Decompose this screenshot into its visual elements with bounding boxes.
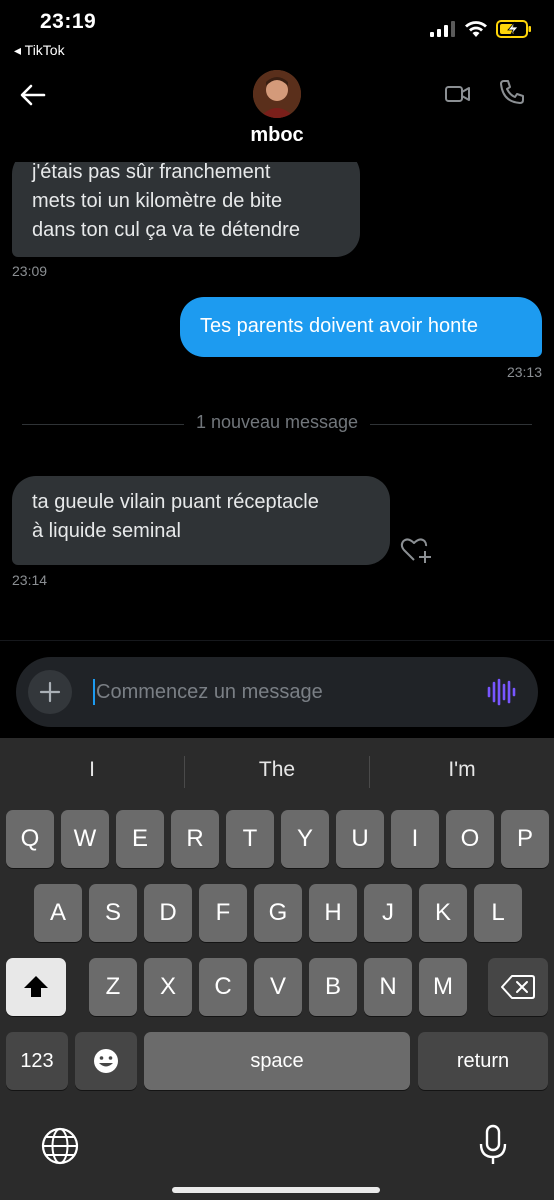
suggestion-2[interactable]: The [185, 758, 369, 782]
conversation-username[interactable]: mboc [0, 124, 554, 147]
voice-message-icon[interactable] [486, 677, 516, 707]
message-bubble-incoming[interactable]: ta gueule vilain puant réceptacle à liqu… [12, 476, 390, 565]
key-y[interactable]: Y [281, 810, 329, 868]
emoji-key[interactable] [75, 1032, 137, 1090]
key-v[interactable]: V [254, 958, 302, 1016]
message-line: j'étais pas sûr franchement [32, 162, 271, 183]
key-g[interactable]: G [254, 884, 302, 942]
delete-key[interactable] [488, 958, 548, 1016]
back-to-app-link[interactable]: ◂ TikTok [14, 42, 65, 59]
key-p[interactable]: P [501, 810, 549, 868]
numbers-key[interactable]: 123 [6, 1032, 68, 1090]
message-timestamp: 23:13 [506, 364, 542, 380]
key-o[interactable]: O [446, 810, 494, 868]
suggestion-3[interactable]: I'm [370, 758, 554, 782]
keyboard: I The I'm Q W E R T Y U I O P A S D F G … [0, 738, 554, 1200]
globe-icon[interactable] [40, 1126, 80, 1166]
space-key[interactable]: space [144, 1032, 410, 1090]
message-line: dans ton cul ça va te détendre [32, 219, 300, 241]
shift-arrow-icon [24, 976, 48, 997]
avatar[interactable] [253, 70, 301, 118]
add-media-button[interactable] [28, 670, 72, 714]
key-l[interactable]: L [474, 884, 522, 942]
key-b[interactable]: B [309, 958, 357, 1016]
message-line: ta gueule vilain puant réceptacle [32, 491, 319, 513]
key-m[interactable]: M [419, 958, 467, 1016]
text-caret [93, 679, 95, 705]
suggestion-1[interactable]: I [0, 758, 184, 782]
key-h[interactable]: H [309, 884, 357, 942]
new-messages-divider: 1 nouveau message [0, 412, 554, 433]
conversation-header: mboc [0, 64, 554, 162]
key-d[interactable]: D [144, 884, 192, 942]
phone-call-icon[interactable] [498, 78, 526, 106]
message-line: à liquide seminal [32, 520, 181, 542]
return-key[interactable]: return [418, 1032, 548, 1090]
cellular-signal-icon [430, 21, 455, 37]
video-call-icon[interactable] [444, 80, 472, 108]
microphone-icon[interactable] [478, 1124, 508, 1166]
key-f[interactable]: F [199, 884, 247, 942]
message-line: mets toi un kilomètre de bite [32, 190, 283, 212]
message-bubble-outgoing[interactable]: Tes parents doivent avoir honte [180, 297, 542, 357]
status-bar: 23:19 ◂ TikTok [0, 0, 554, 64]
add-reaction-heart-icon[interactable] [400, 536, 432, 564]
message-bubble-incoming[interactable]: j'étais pas sûr franchement mets toi un … [12, 162, 360, 257]
avatar-photo [253, 70, 301, 118]
battery-charging-icon [496, 20, 531, 38]
status-time: 23:19 [40, 10, 97, 33]
emoji-icon [94, 1049, 118, 1073]
message-composer [16, 657, 538, 727]
key-z[interactable]: Z [89, 958, 137, 1016]
key-x[interactable]: X [144, 958, 192, 1016]
home-indicator[interactable] [172, 1187, 380, 1193]
key-q[interactable]: Q [6, 810, 54, 868]
message-line: Tes parents doivent avoir honte [200, 315, 478, 337]
new-messages-label: 1 nouveau message [183, 412, 371, 432]
composer-area [0, 640, 554, 738]
key-i[interactable]: I [391, 810, 439, 868]
message-timestamp: 23:14 [12, 572, 48, 588]
back-arrow-icon[interactable] [18, 80, 48, 110]
key-r[interactable]: R [171, 810, 219, 868]
message-list[interactable]: j'étais pas sûr franchement mets toi un … [0, 162, 554, 640]
key-e[interactable]: E [116, 810, 164, 868]
shift-key[interactable] [6, 958, 66, 1016]
wifi-icon [465, 21, 487, 37]
key-n[interactable]: N [364, 958, 412, 1016]
message-input[interactable] [96, 677, 456, 707]
key-k[interactable]: K [419, 884, 467, 942]
status-icons [430, 20, 532, 38]
key-j[interactable]: J [364, 884, 412, 942]
autocomplete-bar: I The I'm [0, 738, 554, 804]
key-s[interactable]: S [89, 884, 137, 942]
key-a[interactable]: A [34, 884, 82, 942]
plus-icon [39, 681, 61, 703]
key-t[interactable]: T [226, 810, 274, 868]
message-timestamp: 23:09 [12, 263, 48, 279]
key-u[interactable]: U [336, 810, 384, 868]
key-c[interactable]: C [199, 958, 247, 1016]
backspace-icon [501, 975, 535, 999]
key-w[interactable]: W [61, 810, 109, 868]
